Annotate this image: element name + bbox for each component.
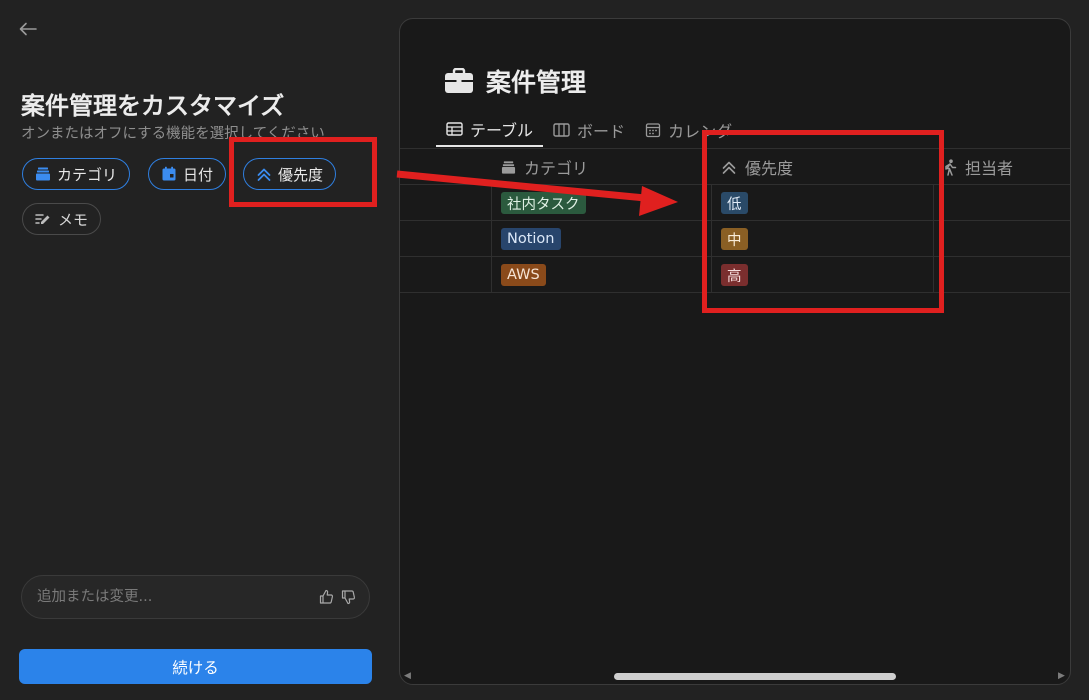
continue-button[interactable]: 続ける xyxy=(19,649,372,684)
arrow-left-icon xyxy=(19,22,37,36)
scroll-right-arrow-icon[interactable]: ▶ xyxy=(1058,671,1068,681)
category-tag[interactable]: Notion xyxy=(501,228,561,250)
person-walking-icon xyxy=(943,158,957,176)
customize-panel: 案件管理をカスタマイズ オンまたはオフにする機能を選択してください カテゴリ 日… xyxy=(0,0,398,700)
back-button[interactable] xyxy=(16,18,40,40)
column-divider xyxy=(933,184,934,292)
edit-lines-icon xyxy=(35,212,52,226)
database-title-text: 案件管理 xyxy=(486,68,587,97)
panel-heading: 案件管理をカスタマイズ xyxy=(21,92,285,120)
stack-icon xyxy=(35,166,51,182)
chip-memo-label: メモ xyxy=(58,210,89,229)
row-divider xyxy=(400,220,1070,221)
column-header-assignee[interactable]: 担当者 xyxy=(943,150,1013,184)
double-chevron-up-icon xyxy=(256,166,272,182)
calendar-icon xyxy=(161,166,177,182)
tab-calendar-label: カレンダー xyxy=(668,122,749,141)
column-divider xyxy=(711,184,712,292)
category-tag[interactable]: 社内タスク xyxy=(501,192,586,214)
column-divider xyxy=(491,184,492,292)
tab-board[interactable]: ボード xyxy=(543,113,635,147)
chip-date-label: 日付 xyxy=(183,165,214,184)
database-preview: 案件管理 テーブル ボード カレンダー カテゴリ 優先度 担当者 社内タスク N… xyxy=(399,18,1071,685)
tab-board-label: ボード xyxy=(577,122,626,141)
chip-priority[interactable]: 優先度 xyxy=(243,158,337,190)
chip-memo[interactable]: メモ xyxy=(22,203,102,235)
board-icon xyxy=(553,123,570,137)
chip-date[interactable]: 日付 xyxy=(148,158,227,190)
column-header-priority-label: 優先度 xyxy=(745,159,794,178)
priority-tag[interactable]: 高 xyxy=(721,264,748,286)
briefcase-icon xyxy=(444,68,474,94)
column-header-category-label: カテゴリ xyxy=(524,159,589,178)
table-icon xyxy=(446,122,463,136)
view-tabs: テーブル ボード カレンダー xyxy=(436,113,758,149)
priority-tag[interactable]: 低 xyxy=(721,192,748,214)
header-divider xyxy=(400,184,1070,185)
feedback-input-box xyxy=(21,575,370,619)
double-chevron-up-icon xyxy=(721,159,737,175)
scroll-left-arrow-icon[interactable]: ◀ xyxy=(404,671,414,681)
database-title: 案件管理 xyxy=(444,63,586,99)
chip-category[interactable]: カテゴリ xyxy=(22,158,131,190)
row-divider xyxy=(400,256,1070,257)
change-request-input[interactable] xyxy=(35,588,315,606)
chip-category-label: カテゴリ xyxy=(57,165,118,184)
column-header-priority[interactable]: 優先度 xyxy=(721,150,793,184)
stack-icon xyxy=(501,160,516,175)
category-tag[interactable]: AWS xyxy=(501,264,546,286)
thumbs-up-icon[interactable] xyxy=(315,586,337,608)
panel-subheading: オンまたはオフにする機能を選択してください xyxy=(21,126,325,142)
calendar-icon xyxy=(645,122,661,138)
tab-table[interactable]: テーブル xyxy=(436,113,544,147)
column-header-assignee-label: 担当者 xyxy=(965,159,1014,178)
tab-table-label: テーブル xyxy=(470,121,534,140)
tab-divider xyxy=(400,148,1070,149)
tab-calendar[interactable]: カレンダー xyxy=(635,113,758,147)
thumbs-down-icon[interactable] xyxy=(337,586,359,608)
priority-tag[interactable]: 中 xyxy=(721,228,748,250)
row-divider xyxy=(400,292,1070,293)
column-header-category[interactable]: カテゴリ xyxy=(501,150,588,184)
horizontal-scrollbar[interactable] xyxy=(614,673,896,680)
chip-priority-label: 優先度 xyxy=(278,165,324,184)
